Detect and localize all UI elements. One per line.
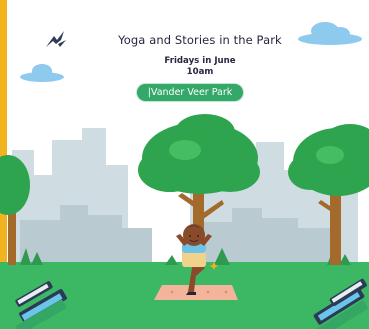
event-day: Fridays in June bbox=[164, 56, 236, 66]
park-illustration bbox=[0, 22, 369, 329]
location-badge: |Vander Veer Park bbox=[137, 84, 243, 101]
event-time: 10am bbox=[186, 67, 214, 77]
event-flyer: Yoga and Stories in the Park Fridays in … bbox=[0, 0, 369, 329]
event-title: Yoga and Stories in the Park bbox=[118, 33, 282, 47]
